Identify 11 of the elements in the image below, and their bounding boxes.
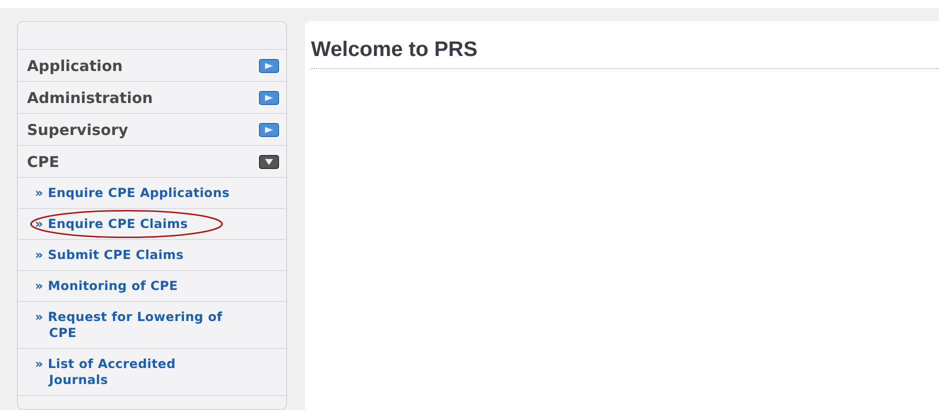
menu-item[interactable]: Administration <box>18 82 286 114</box>
submenu-link[interactable]: » Enquire CPE Applications <box>35 185 239 201</box>
menu-item[interactable]: CPE <box>18 146 286 178</box>
submenu-link[interactable]: » List of Accredited Journals <box>35 356 239 388</box>
menu-item[interactable]: Supervisory <box>18 114 286 146</box>
page-title: Welcome to PRS <box>311 38 939 69</box>
submenu-link[interactable]: » Request for Lowering of CPE <box>35 309 239 341</box>
submenu-link[interactable]: » Submit CPE Claims <box>35 247 239 263</box>
menu-item[interactable]: Application <box>18 50 286 82</box>
submenu-link[interactable]: » Enquire CPE Claims <box>35 216 239 232</box>
submenu-link[interactable]: » Monitoring of CPE <box>35 278 239 294</box>
